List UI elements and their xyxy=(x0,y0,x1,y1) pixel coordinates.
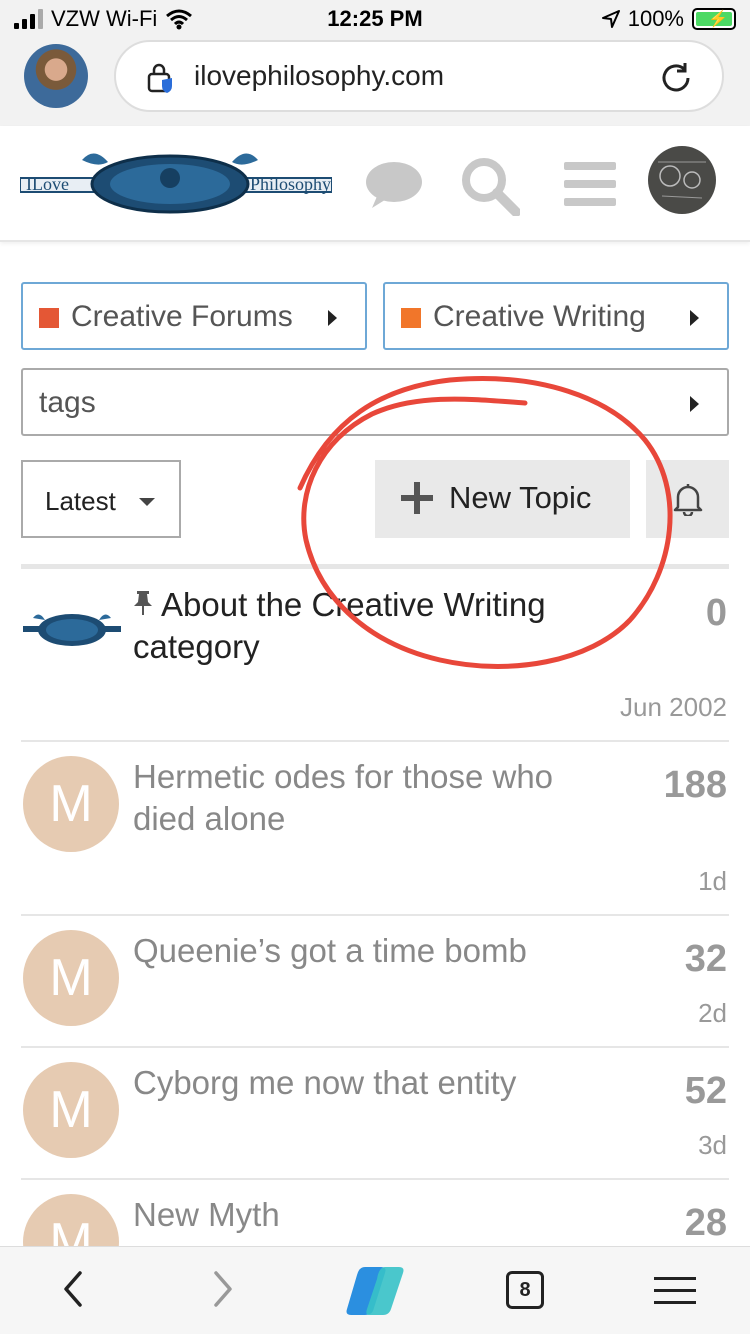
hamburger-menu-icon[interactable] xyxy=(562,156,622,216)
caret-right-icon xyxy=(328,310,337,326)
svg-text:ILove: ILove xyxy=(26,174,69,194)
new-topic-label: New Topic xyxy=(449,480,592,515)
forward-icon[interactable] xyxy=(208,1267,238,1311)
pin-icon xyxy=(134,591,152,615)
category-color-swatch xyxy=(401,308,421,328)
notifications-button[interactable] xyxy=(646,460,729,538)
topic-row[interactable]: M Cyborg me now that entity 52 3d xyxy=(21,1048,729,1180)
activity-age[interactable]: 2d xyxy=(698,998,727,1029)
reply-count: 32 xyxy=(684,938,727,980)
avatar[interactable]: M xyxy=(23,756,119,852)
reload-icon[interactable] xyxy=(658,60,694,96)
status-right: 100% ⚡ xyxy=(601,6,736,32)
secure-lock-icon xyxy=(147,63,172,93)
topic-title[interactable]: Hermetic odes for those who died alone xyxy=(133,756,613,840)
tabs-count-button[interactable]: 8 xyxy=(506,1271,544,1309)
copilot-icon[interactable] xyxy=(343,1263,407,1319)
list-divider xyxy=(21,564,729,569)
parent-category-color-swatch xyxy=(39,308,59,328)
category-dropdown[interactable]: Creative Writing xyxy=(383,282,729,350)
topic-row[interactable]: About the Creative Writing category 0 Ju… xyxy=(21,570,729,742)
activity-age[interactable]: Jun 2002 xyxy=(620,692,727,723)
activity-age[interactable]: 1d xyxy=(698,866,727,897)
plus-icon xyxy=(401,482,433,514)
browser-toolbar: 8 xyxy=(0,1246,750,1334)
back-icon[interactable] xyxy=(58,1267,88,1311)
topic-title[interactable]: Queenie’s got a time bomb xyxy=(133,930,613,972)
avatar[interactable]: M xyxy=(23,1062,119,1158)
reply-count: 52 xyxy=(684,1070,727,1112)
svg-text:Philosophy: Philosophy xyxy=(250,174,331,194)
tags-dropdown[interactable]: tags xyxy=(21,368,729,436)
caret-right-icon xyxy=(690,396,699,412)
sort-dropdown[interactable]: Latest xyxy=(21,460,181,538)
avatar[interactable]: M xyxy=(23,1194,119,1250)
bell-icon xyxy=(673,484,703,516)
caret-right-icon xyxy=(690,310,699,326)
status-bar: VZW Wi-Fi 12:25 PM 100% ⚡ xyxy=(0,0,750,40)
parent-category-dropdown[interactable]: Creative Forums xyxy=(21,282,367,350)
topic-row[interactable]: M New Myth 28 xyxy=(21,1180,729,1250)
site-logo[interactable]: ILove Philosophy xyxy=(20,148,332,220)
chat-icon[interactable] xyxy=(364,156,424,216)
reply-count: 188 xyxy=(663,764,727,806)
browser-profile-avatar[interactable] xyxy=(24,44,88,108)
category-label: Creative Writing xyxy=(433,300,646,333)
url-text: ilovephilosophy.com xyxy=(194,60,445,91)
topic-title[interactable]: About the Creative Writing category xyxy=(133,584,613,668)
new-topic-button[interactable]: New Topic xyxy=(375,460,630,538)
parent-category-label: Creative Forums xyxy=(71,300,293,333)
topic-title[interactable]: Cyborg me now that entity xyxy=(133,1062,613,1104)
sort-label: Latest xyxy=(45,486,116,516)
topic-title-text: About the Creative Writing category xyxy=(133,586,546,665)
browser-menu-icon[interactable] xyxy=(654,1277,696,1305)
topic-title[interactable]: New Myth xyxy=(133,1194,613,1236)
address-bar[interactable]: ilovephilosophy.com xyxy=(114,40,724,112)
topic-row[interactable]: M Hermetic odes for those who died alone… xyxy=(21,742,729,916)
avatar[interactable]: M xyxy=(23,930,119,1026)
location-arrow-icon xyxy=(601,10,620,28)
search-icon[interactable] xyxy=(460,156,520,216)
battery-percent: 100% xyxy=(627,6,684,31)
site-header: ILove Philosophy xyxy=(0,126,750,242)
battery-charging-icon: ⚡ xyxy=(692,8,736,30)
browser-address-row: ilovephilosophy.com xyxy=(0,40,750,126)
user-avatar[interactable] xyxy=(648,146,716,214)
reply-count: 0 xyxy=(705,592,727,634)
activity-age[interactable]: 3d xyxy=(698,1130,727,1161)
category-logo xyxy=(23,614,121,646)
tags-label: tags xyxy=(39,386,96,419)
reply-count: 28 xyxy=(684,1202,727,1244)
caret-down-icon xyxy=(139,498,155,506)
topic-row[interactable]: M Queenie’s got a time bomb 32 2d xyxy=(21,916,729,1048)
